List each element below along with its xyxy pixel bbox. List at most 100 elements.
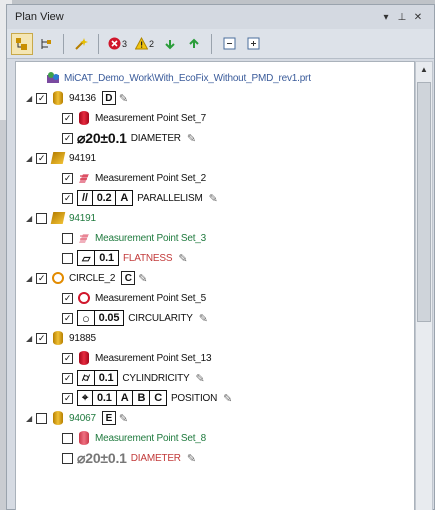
characteristic-label: PARALLELISM bbox=[137, 192, 203, 204]
tree-item-point-set[interactable]: ✓ Measurement Point Set_7 bbox=[62, 108, 209, 128]
tree-root[interactable]: MiCAT_Demo_Work\With_EcoFix_Without_PMD_… bbox=[46, 68, 314, 88]
item-checkbox[interactable]: ✓ bbox=[62, 132, 73, 144]
plan-toolbar: 3 2 bbox=[7, 29, 434, 59]
tree-item-feature[interactable]: ◢ ✓ 91885 bbox=[24, 328, 99, 348]
edit-pencil-icon[interactable]: ✎ bbox=[199, 312, 208, 325]
tree-item-feature[interactable]: ◢ ✓ 94191 bbox=[24, 148, 99, 168]
tree-item-point-set[interactable]: Measurement Point Set_8 bbox=[62, 428, 209, 448]
tree-item-characteristic[interactable]: ✓ // 0.2 A PARALLELISM ✎ bbox=[62, 188, 218, 208]
edit-pencil-icon[interactable]: ✎ bbox=[195, 372, 204, 385]
characteristic-label: CYLINDRICITY bbox=[122, 372, 190, 384]
point-set-icon bbox=[77, 431, 91, 445]
tree-item-characteristic[interactable]: ▱ 0.1 FLATNESS ✎ bbox=[62, 248, 188, 268]
filter-button[interactable] bbox=[70, 33, 92, 55]
move-down-button[interactable] bbox=[159, 33, 181, 55]
item-checkbox[interactable]: ✓ bbox=[62, 372, 73, 384]
plan-tree[interactable]: MiCAT_Demo_Work\With_EcoFix_Without_PMD_… bbox=[15, 61, 415, 510]
move-up-button[interactable] bbox=[183, 33, 205, 55]
tree-item-point-set[interactable]: ✓ Measurement Point Set_13 bbox=[62, 348, 214, 368]
circle-points-icon bbox=[77, 291, 91, 305]
expand-triangle-icon[interactable]: ◢ bbox=[24, 334, 34, 343]
toolbar-separator bbox=[211, 33, 213, 54]
errors-button[interactable]: 3 bbox=[105, 33, 130, 55]
tree-item-feature[interactable]: ◢ ✓ CIRCLE_2 C ✎ bbox=[24, 268, 147, 288]
item-checkbox[interactable]: ✓ bbox=[62, 192, 73, 204]
edit-pencil-icon[interactable]: ✎ bbox=[178, 252, 187, 265]
pin-icon[interactable]: ⊥ bbox=[394, 12, 410, 23]
feature-control-frame: // 0.2 A bbox=[77, 190, 134, 206]
item-checkbox[interactable]: ✓ bbox=[36, 152, 47, 164]
collapse-icon bbox=[223, 37, 236, 50]
point-set-label: Measurement Point Set_7 bbox=[95, 112, 207, 124]
close-icon[interactable]: ✕ bbox=[410, 12, 426, 23]
item-checkbox[interactable] bbox=[36, 212, 47, 224]
tree-item-characteristic[interactable]: ⌀20±0.1 DIAMETER ✎ bbox=[62, 448, 196, 468]
point-set-label: Measurement Point Set_8 bbox=[95, 432, 207, 444]
feature-label: 91885 bbox=[69, 332, 96, 344]
item-checkbox[interactable] bbox=[62, 432, 73, 444]
edit-pencil-icon[interactable]: ✎ bbox=[138, 272, 147, 285]
datum-ref: B bbox=[133, 391, 151, 405]
scroll-up-icon[interactable]: ▲ bbox=[416, 62, 432, 78]
characteristic-label: POSITION bbox=[170, 392, 218, 404]
item-checkbox[interactable] bbox=[62, 452, 73, 464]
item-checkbox[interactable]: ✓ bbox=[36, 92, 47, 104]
item-checkbox[interactable]: ✓ bbox=[62, 172, 73, 184]
tree-item-characteristic[interactable]: ✓ ○ 0.05 CIRCULARITY ✎ bbox=[62, 308, 208, 328]
expand-icon bbox=[247, 37, 260, 50]
edit-pencil-icon[interactable]: ✎ bbox=[187, 452, 196, 465]
feature-control-frame: ⌭ 0.1 bbox=[77, 370, 119, 386]
item-checkbox[interactable]: ✓ bbox=[62, 112, 73, 124]
tree-item-point-set[interactable]: ✓ Measurement Point Set_5 bbox=[62, 288, 209, 308]
edit-pencil-icon[interactable]: ✎ bbox=[223, 392, 232, 405]
feature-cylinder-icon bbox=[51, 331, 65, 345]
expand-triangle-icon[interactable]: ◢ bbox=[24, 94, 34, 103]
item-checkbox[interactable] bbox=[62, 232, 73, 244]
scroll-thumb[interactable] bbox=[417, 82, 431, 322]
item-checkbox[interactable]: ✓ bbox=[62, 352, 73, 364]
item-checkbox[interactable]: ✓ bbox=[36, 332, 47, 344]
datum-ref: C bbox=[154, 392, 162, 404]
edit-pencil-icon[interactable]: ✎ bbox=[119, 92, 128, 105]
collapse-all-button[interactable] bbox=[218, 33, 240, 55]
tree-item-characteristic[interactable]: ✓ ⌀20±0.1 DIAMETER ✎ bbox=[62, 128, 196, 148]
expand-triangle-icon[interactable]: ◢ bbox=[24, 154, 34, 163]
tree-view-button[interactable] bbox=[11, 32, 33, 55]
expand-triangle-icon[interactable]: ◢ bbox=[24, 414, 34, 423]
tree-item-characteristic[interactable]: ✓ ⌭ 0.1 CYLINDRICITY ✎ bbox=[62, 368, 205, 388]
root-label: MiCAT_Demo_Work\With_EcoFix_Without_PMD_… bbox=[64, 72, 311, 84]
feature-label: 94191 bbox=[69, 152, 96, 164]
tolerance-value: 0.1 bbox=[93, 391, 117, 405]
tree-item-feature[interactable]: ◢ ✓ 94136 D ✎ bbox=[24, 88, 128, 108]
edit-pencil-icon[interactable]: ✎ bbox=[209, 192, 218, 205]
warnings-button[interactable]: 2 bbox=[132, 33, 157, 55]
expand-triangle-icon[interactable]: ◢ bbox=[24, 274, 34, 283]
structure-view-button[interactable] bbox=[35, 33, 57, 55]
tree-item-feature[interactable]: ◢ 94191 bbox=[24, 208, 99, 228]
toolbar-separator bbox=[98, 33, 99, 54]
item-checkbox[interactable]: ✓ bbox=[62, 392, 73, 404]
vertical-scrollbar[interactable]: ▲ bbox=[415, 61, 433, 510]
characteristic-label: CIRCULARITY bbox=[128, 312, 193, 324]
datum-ref: A bbox=[117, 391, 134, 405]
edit-pencil-icon[interactable]: ✎ bbox=[119, 412, 128, 425]
feature-plane-icon bbox=[50, 211, 66, 225]
feature-label: CIRCLE_2 bbox=[69, 272, 116, 284]
tolerance-value: 0.1 bbox=[98, 372, 114, 384]
tree-item-feature[interactable]: ◢ 94067 E ✎ bbox=[24, 408, 128, 428]
tree-item-characteristic[interactable]: ✓ ⌖ 0.1 A B C POSITION ✎ bbox=[62, 388, 232, 408]
expand-all-button[interactable] bbox=[242, 33, 264, 55]
item-checkbox[interactable] bbox=[62, 252, 73, 264]
point-set-icon bbox=[77, 111, 91, 125]
item-checkbox[interactable]: ✓ bbox=[36, 272, 47, 284]
characteristic-label: DIAMETER bbox=[130, 452, 181, 464]
tree-item-point-set[interactable]: Measurement Point Set_3 bbox=[62, 228, 209, 248]
edit-pencil-icon[interactable]: ✎ bbox=[187, 132, 196, 145]
item-checkbox[interactable] bbox=[36, 412, 47, 424]
dropdown-icon[interactable]: ▾ bbox=[378, 12, 394, 23]
tree-item-point-set[interactable]: ✓ Measurement Point Set_2 bbox=[62, 168, 209, 188]
datum-ref: A bbox=[120, 192, 129, 204]
item-checkbox[interactable]: ✓ bbox=[62, 312, 73, 324]
expand-triangle-icon[interactable]: ◢ bbox=[24, 214, 34, 223]
item-checkbox[interactable]: ✓ bbox=[62, 292, 73, 304]
